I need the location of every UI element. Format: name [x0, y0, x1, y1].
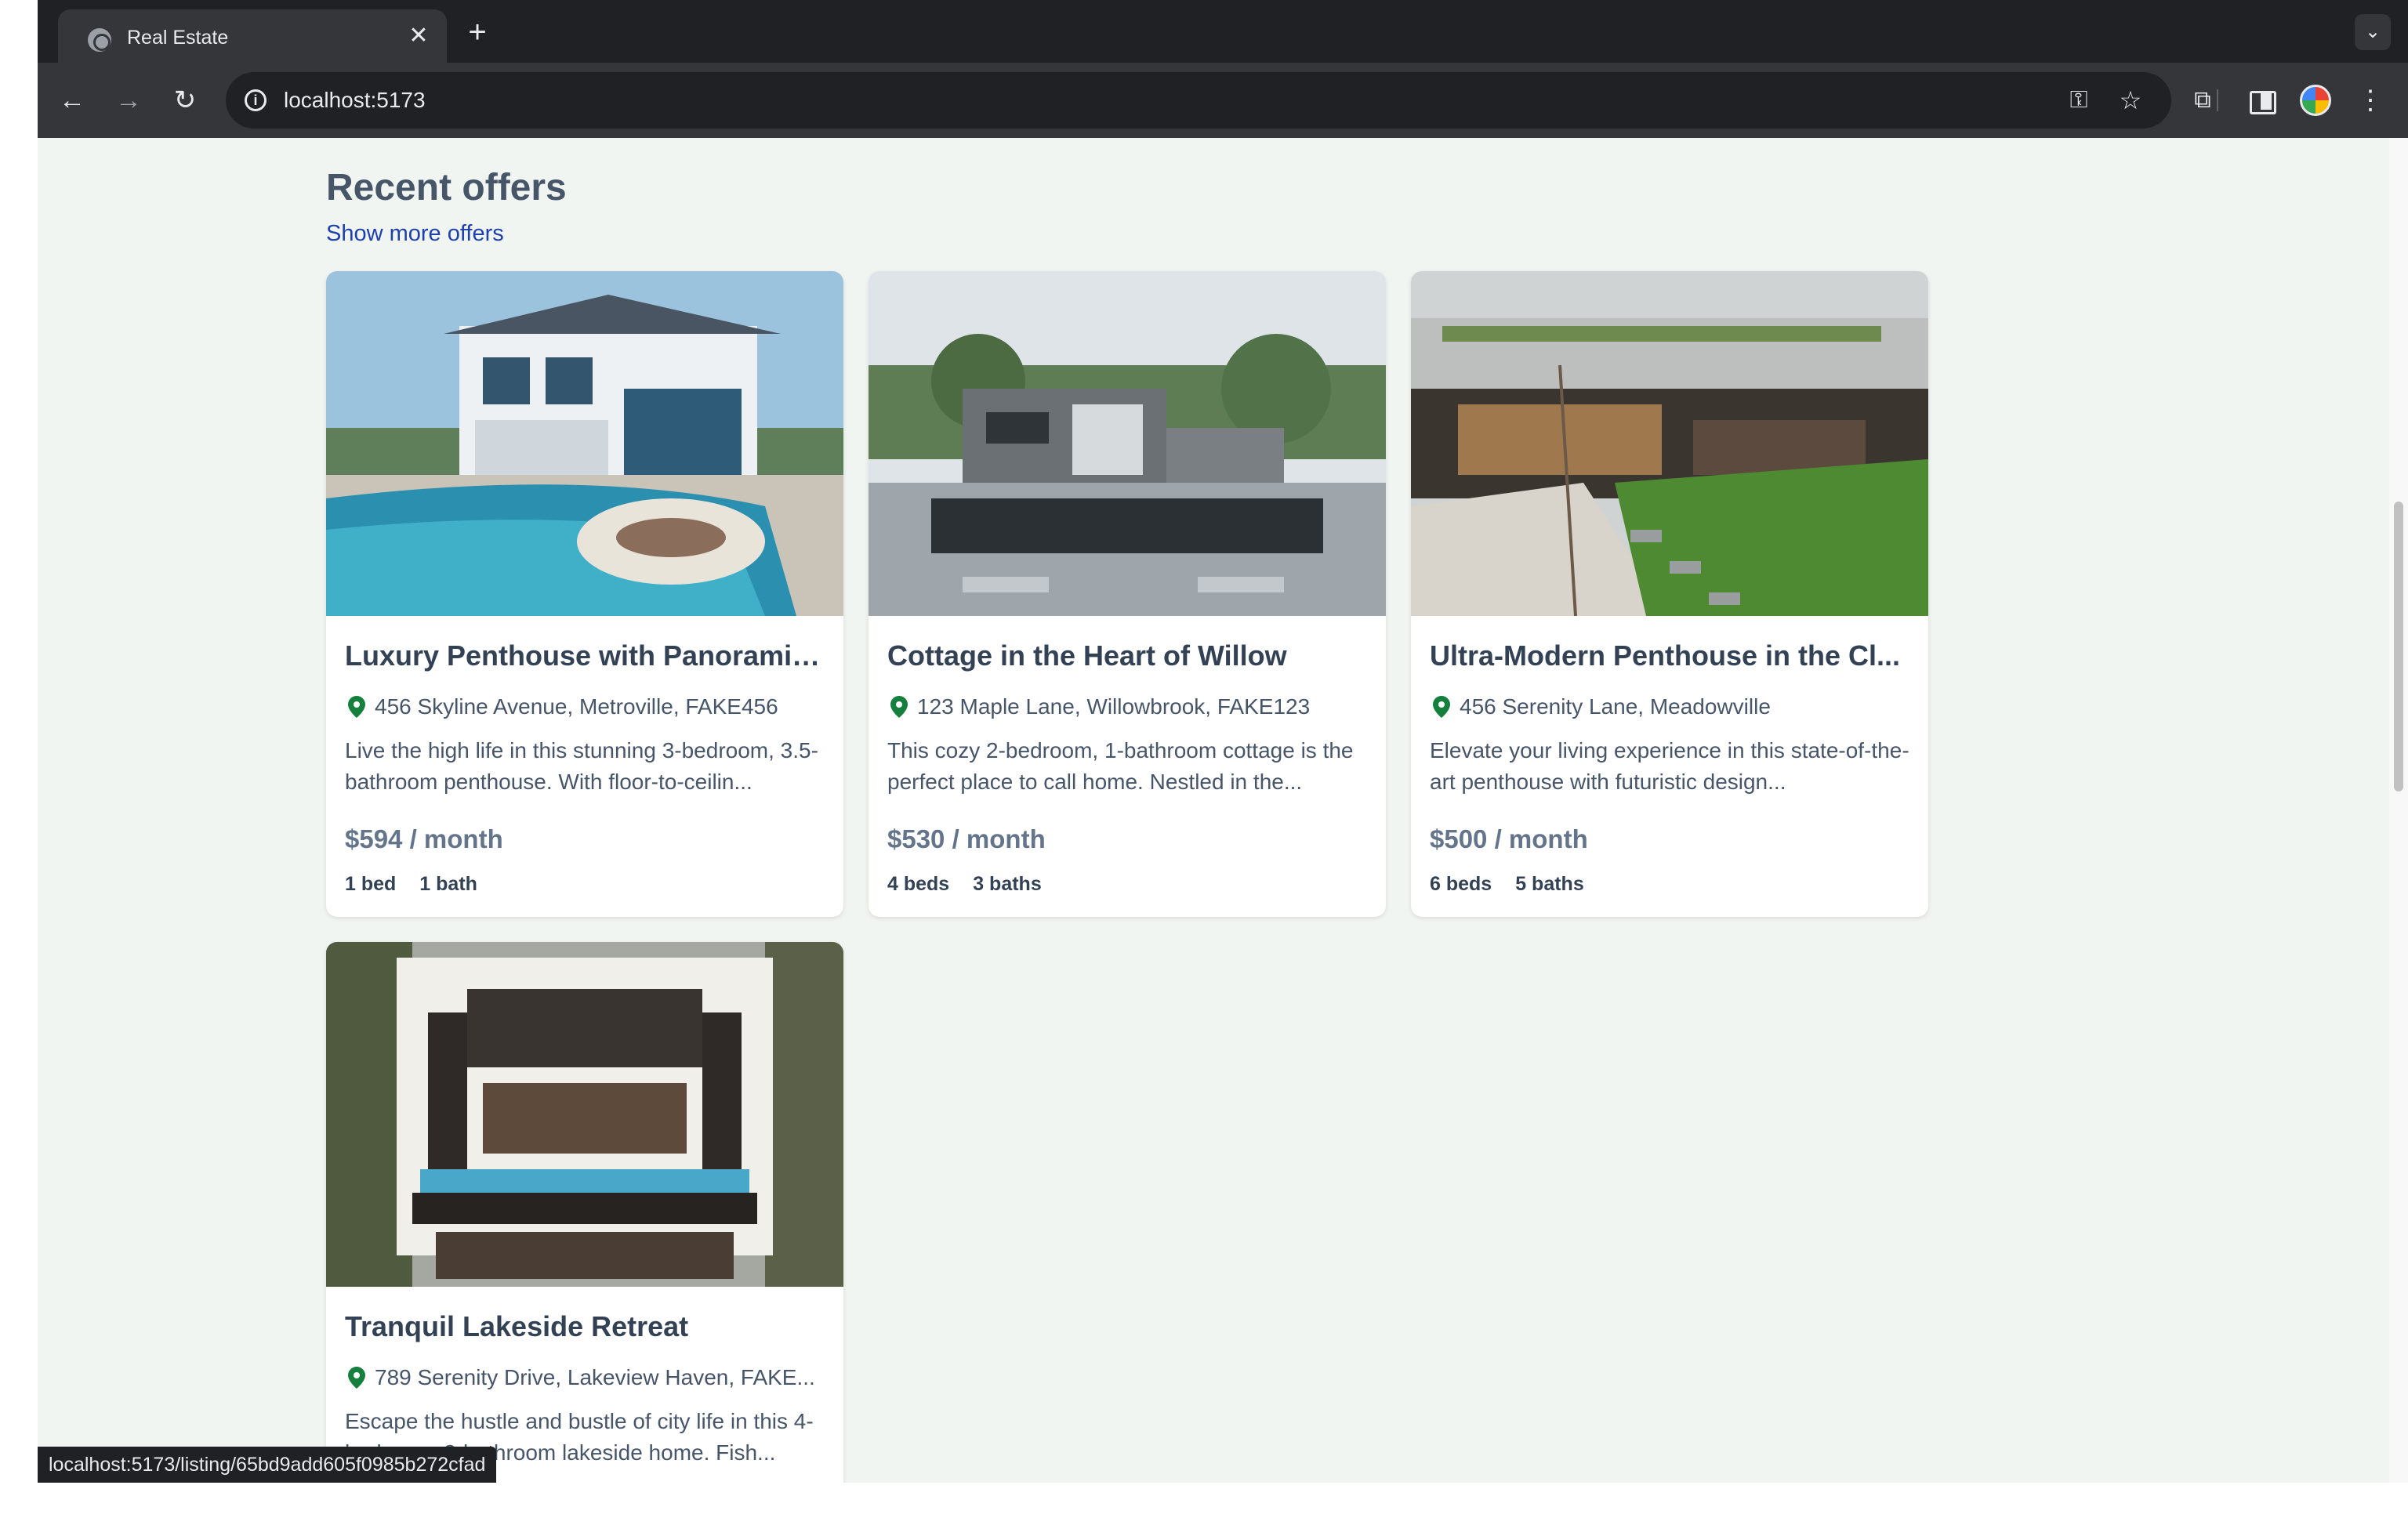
map-pin-icon — [890, 696, 908, 718]
window-edge — [0, 0, 38, 1525]
listing-card[interactable]: Cottage in the Heart of Willow 123 Maple… — [869, 271, 1386, 917]
listing-baths: 1 bath — [419, 873, 477, 895]
kebab-menu-icon[interactable]: ⋮ — [2355, 82, 2386, 119]
address-bar[interactable]: i localhost:5173 ⚿ ☆ — [226, 72, 2171, 129]
listing-photo-illustration — [326, 271, 843, 616]
listing-specs: 6 beds 5 baths — [1430, 873, 1608, 896]
listing-description: Elevate your living experience in this s… — [1430, 738, 1909, 794]
listing-address: 789 Serenity Drive, Lakeview Haven, FAKE… — [375, 1365, 815, 1389]
map-pin-icon — [348, 696, 365, 718]
listing-card[interactable]: Luxury Penthouse with Panoramic ... 456 … — [326, 271, 843, 917]
link-status-bar: localhost:5173/listing/65bd9add605f0985b… — [38, 1447, 497, 1483]
scrollbar-thumb[interactable] — [2394, 502, 2403, 791]
map-pin-icon — [1433, 696, 1450, 718]
profile-avatar[interactable] — [2300, 85, 2331, 116]
tab-title: Real Estate — [127, 27, 229, 49]
listing-photo[interactable] — [1411, 271, 1928, 616]
listing-photo[interactable] — [326, 942, 843, 1287]
listing-photo-illustration — [869, 271, 1386, 616]
browser-tab[interactable]: Real Estate ✕ — [58, 9, 447, 63]
star-icon[interactable]: ☆ — [2115, 86, 2146, 114]
back-arrow-icon[interactable]: ← — [53, 82, 91, 119]
browser-toolbar: ← → ↻ i localhost:5173 ⚿ ☆ ⧉ ⋮ — [38, 63, 2408, 138]
listing-card[interactable]: Ultra-Modern Penthouse in the Cl... 456 … — [1411, 271, 1928, 917]
side-panel-icon[interactable] — [2242, 82, 2279, 119]
listing-price: $594 / month — [345, 824, 503, 853]
puzzle-icon[interactable]: ⧉ — [2184, 82, 2221, 119]
info-icon[interactable]: i — [245, 89, 267, 111]
browser-chrome: Real Estate ✕ + ⌄ ← → ↻ i localhost:5173… — [38, 0, 2408, 138]
listing-title[interactable]: Cottage in the Heart of Willow — [887, 639, 1369, 672]
listing-description: This cozy 2-bedroom, 1-bathroom cottage … — [887, 738, 1354, 794]
listing-beds: 1 bed — [345, 873, 397, 895]
listing-photo[interactable] — [869, 271, 1386, 616]
forward-arrow-icon[interactable]: → — [110, 82, 147, 119]
listing-baths: 5 baths — [1515, 873, 1584, 895]
listing-location: 789 Serenity Drive, Lakeview Haven, FAKE… — [345, 1364, 826, 1395]
scrollbar-track[interactable] — [2389, 138, 2408, 1483]
listing-photo[interactable] — [326, 271, 843, 616]
url-text[interactable]: localhost:5173 — [284, 88, 426, 113]
key-icon[interactable]: ⚿ — [2063, 86, 2094, 114]
close-icon[interactable]: ✕ — [403, 20, 434, 52]
reload-icon[interactable]: ↻ — [166, 82, 204, 119]
listing-location: 456 Skyline Avenue, Metroville, FAKE456 — [345, 693, 826, 724]
window-bottom-edge — [0, 1483, 2408, 1525]
listing-title[interactable]: Tranquil Lakeside Retreat — [345, 1310, 826, 1343]
section-title: Recent offers — [326, 167, 567, 208]
listing-beds: 6 beds — [1430, 873, 1492, 895]
listing-location: 456 Serenity Lane, Meadowville — [1430, 693, 1911, 724]
toolbar-divider — [2217, 89, 2218, 111]
tab-strip: Real Estate ✕ + ⌄ — [38, 0, 2408, 63]
listing-specs: 1 bed 1 bath — [345, 873, 501, 896]
listing-price: $500 / month — [1430, 824, 1588, 853]
map-pin-icon — [348, 1367, 365, 1389]
show-more-offers-link[interactable]: Show more offers — [326, 221, 504, 247]
listing-photo-illustration — [1411, 271, 1928, 616]
listing-address: 456 Skyline Avenue, Metroville, FAKE456 — [375, 694, 778, 719]
listing-description: Live the high life in this stunning 3-be… — [345, 738, 818, 794]
listing-title[interactable]: Luxury Penthouse with Panoramic ... — [345, 639, 826, 672]
listing-address: 456 Serenity Lane, Meadowville — [1460, 694, 1771, 719]
listing-baths: 3 baths — [973, 873, 1042, 895]
listing-address: 123 Maple Lane, Willowbrook, FAKE123 — [917, 694, 1311, 719]
globe-icon — [88, 28, 111, 52]
listing-beds: 4 beds — [887, 873, 950, 895]
listing-photo-illustration — [326, 942, 843, 1287]
page-content: Recent offers Show more offers Luxury Pe… — [38, 138, 2389, 1483]
new-tab-button[interactable]: + — [459, 14, 495, 50]
listing-specs: 4 beds 3 baths — [887, 873, 1065, 896]
chevron-down-icon[interactable]: ⌄ — [2355, 14, 2391, 50]
listing-location: 123 Maple Lane, Willowbrook, FAKE123 — [887, 693, 1369, 724]
listing-title[interactable]: Ultra-Modern Penthouse in the Cl... — [1430, 639, 1911, 672]
listing-price: $530 / month — [887, 824, 1046, 853]
listing-card[interactable]: Tranquil Lakeside Retreat 789 Serenity D… — [326, 942, 843, 1483]
